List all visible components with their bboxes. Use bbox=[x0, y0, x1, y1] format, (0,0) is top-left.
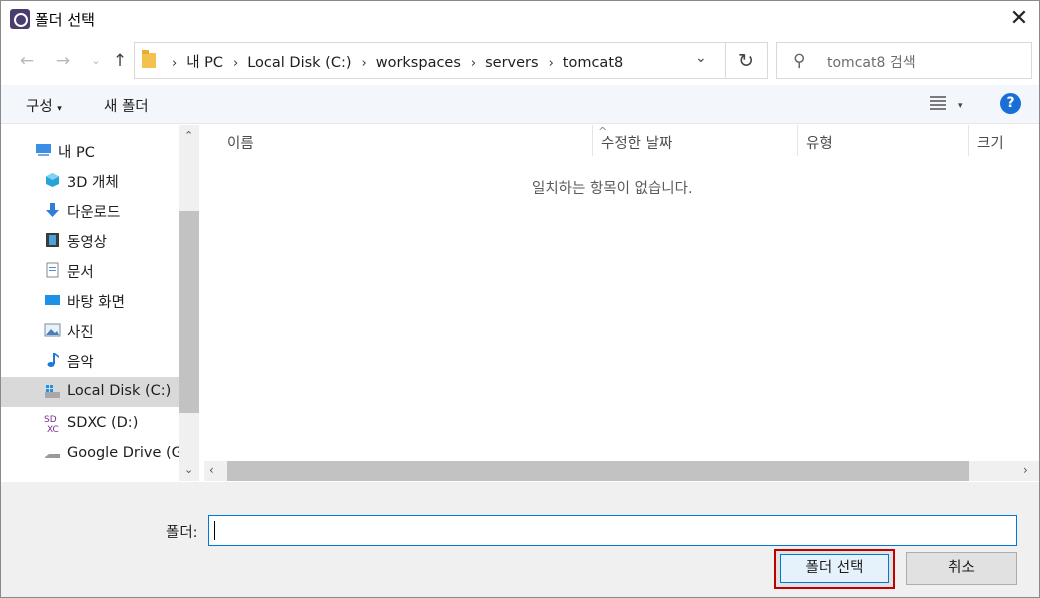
dialog-title: 폴더 선택 bbox=[35, 11, 95, 29]
column-header-name[interactable]: 이름 bbox=[227, 132, 254, 153]
svg-text:XC: XC bbox=[47, 425, 59, 433]
nav-item-sdxc-d[interactable]: SD XC SDXC (D:) bbox=[1, 409, 179, 439]
help-icon[interactable]: ? bbox=[1000, 93, 1021, 114]
nav-item-label: Local Disk (C:) bbox=[67, 383, 172, 399]
nav-item-label: 음악 bbox=[67, 355, 94, 371]
chevron-down-icon: ▾ bbox=[958, 101, 963, 111]
refresh-icon[interactable]: ↻ bbox=[725, 42, 768, 79]
nav-item-desktop[interactable]: 바탕 화면 bbox=[1, 285, 179, 315]
breadcrumb-item[interactable]: tomcat8 bbox=[563, 55, 623, 71]
breadcrumb-item[interactable]: servers bbox=[485, 55, 538, 71]
download-arrow-icon bbox=[46, 203, 59, 217]
nav-item-local-disk-c[interactable]: Local Disk (C:) bbox=[1, 377, 179, 407]
nav-item-pictures[interactable]: 사진 bbox=[1, 315, 179, 345]
nav-item-google-drive-g[interactable]: Google Drive (G: bbox=[1, 439, 188, 469]
desktop-icon bbox=[45, 295, 60, 305]
nav-item-label: 문서 bbox=[67, 265, 94, 281]
breadcrumb-item[interactable]: Local Disk (C:) bbox=[247, 55, 351, 71]
nav-item-label: 바탕 화면 bbox=[67, 295, 125, 311]
nav-item-downloads[interactable]: 다운로드 bbox=[1, 195, 179, 225]
music-note-icon bbox=[47, 353, 59, 367]
breadcrumb-item[interactable]: 내 PC bbox=[186, 55, 223, 71]
drive-windows-icon bbox=[45, 385, 60, 398]
nav-item-music[interactable]: 음악 bbox=[1, 345, 179, 375]
nav-item-3d-objects[interactable]: 3D 개체 bbox=[1, 165, 179, 195]
organize-label: 구성 bbox=[26, 99, 53, 115]
scroll-right-icon[interactable]: › bbox=[1023, 463, 1028, 477]
command-toolbar: 구성 ▾ 새 폴더 ▾ bbox=[1, 85, 1039, 124]
svg-text:SD: SD bbox=[44, 415, 57, 425]
title-bar: 폴더 선택 ✕ bbox=[1, 1, 1039, 37]
column-divider[interactable] bbox=[797, 125, 798, 156]
folder-select-dialog: 폴더 선택 ✕ ← → ⌄ ↑ › 내 PC › Local Disk (C:) › wo… bbox=[0, 0, 1040, 598]
nav-pane-scroll-thumb[interactable] bbox=[179, 211, 199, 413]
nav-item-label: 다운로드 bbox=[67, 205, 121, 221]
organize-menu-button[interactable]: 구성 ▾ bbox=[26, 95, 62, 116]
chevron-right-icon[interactable]: › bbox=[172, 56, 177, 71]
chevron-down-icon: ▾ bbox=[57, 104, 62, 114]
breadcrumb: › 내 PC › Local Disk (C:) › workspaces › servers… bbox=[162, 51, 623, 72]
search-icon: ⚲ bbox=[793, 51, 806, 71]
chevron-right-icon[interactable]: › bbox=[233, 56, 238, 71]
cancel-button[interactable]: 취소 bbox=[906, 552, 1017, 585]
text-caret bbox=[214, 521, 215, 540]
nav-item-videos[interactable]: 동영상 bbox=[1, 225, 179, 255]
app-icon bbox=[10, 9, 30, 29]
nav-item-label: 내 PC bbox=[58, 145, 95, 161]
column-divider[interactable] bbox=[592, 125, 593, 156]
nav-item-label: 동영상 bbox=[67, 235, 108, 251]
file-list-hscroll-thumb[interactable] bbox=[227, 461, 969, 481]
up-arrow-icon[interactable]: ↑ bbox=[108, 48, 132, 74]
drive-icon bbox=[45, 454, 60, 458]
scroll-up-icon[interactable]: ⌃ bbox=[184, 129, 193, 142]
empty-list-message: 일치하는 항목이 없습니다. bbox=[532, 181, 693, 197]
sd-card-icon: SDXC bbox=[44, 415, 59, 433]
nav-item-label: Google Drive (G: bbox=[67, 445, 188, 461]
navigation-pane: 내 PC 3D 개체 다운로드 동영상 문서 바탕 화면 사진 음악 Local… bbox=[1, 125, 199, 481]
address-bar[interactable]: › 내 PC › Local Disk (C:) › workspaces › servers… bbox=[134, 42, 726, 79]
folder-icon bbox=[142, 50, 156, 68]
column-header-size[interactable]: 크기 bbox=[977, 132, 1004, 153]
forward-arrow-icon[interactable]: → bbox=[51, 48, 75, 74]
document-icon bbox=[46, 262, 59, 278]
column-header-type[interactable]: 유형 bbox=[806, 132, 833, 153]
address-dropdown-chevron-icon[interactable]: ⌄ bbox=[695, 50, 707, 66]
view-options-button[interactable]: ▾ bbox=[930, 95, 966, 113]
column-header-modified[interactable]: 수정한 날짜 bbox=[601, 132, 672, 153]
back-arrow-icon[interactable]: ← bbox=[15, 48, 39, 74]
folder-field-label: 폴더: bbox=[166, 525, 198, 541]
picture-icon bbox=[44, 323, 61, 337]
nav-item-this-pc[interactable]: 내 PC bbox=[1, 135, 179, 165]
file-list-pane: ^ 이름 수정한 날짜 유형 크기 일치하는 항목이 없습니다. bbox=[199, 125, 1039, 481]
new-folder-button[interactable]: 새 폴더 bbox=[104, 95, 149, 116]
pc-icon bbox=[36, 144, 51, 156]
search-placeholder: tomcat8 검색 bbox=[827, 55, 916, 71]
select-folder-button[interactable]: 폴더 선택 bbox=[780, 554, 889, 583]
breadcrumb-item[interactable]: workspaces bbox=[376, 55, 461, 71]
nav-item-label: 사진 bbox=[67, 325, 94, 341]
nav-item-label: 3D 개체 bbox=[67, 175, 119, 191]
nav-item-documents[interactable]: 문서 bbox=[1, 255, 179, 285]
search-box[interactable]: ⚲ tomcat8 검색 bbox=[776, 42, 1032, 79]
nav-item-label: SDXC (D:) bbox=[67, 415, 139, 431]
close-icon[interactable]: ✕ bbox=[1001, 3, 1037, 35]
scroll-down-icon[interactable]: ⌄ bbox=[184, 463, 193, 476]
cube-3d-icon bbox=[46, 173, 59, 187]
column-divider[interactable] bbox=[968, 125, 969, 156]
chevron-right-icon[interactable]: › bbox=[362, 56, 367, 71]
folder-name-input[interactable] bbox=[208, 515, 1017, 546]
chevron-right-icon[interactable]: › bbox=[549, 56, 554, 71]
video-film-icon bbox=[46, 233, 59, 247]
scroll-left-icon[interactable]: ‹ bbox=[209, 463, 214, 477]
recent-chevron-down-icon[interactable]: ⌄ bbox=[84, 48, 108, 74]
chevron-right-icon[interactable]: › bbox=[471, 56, 476, 71]
